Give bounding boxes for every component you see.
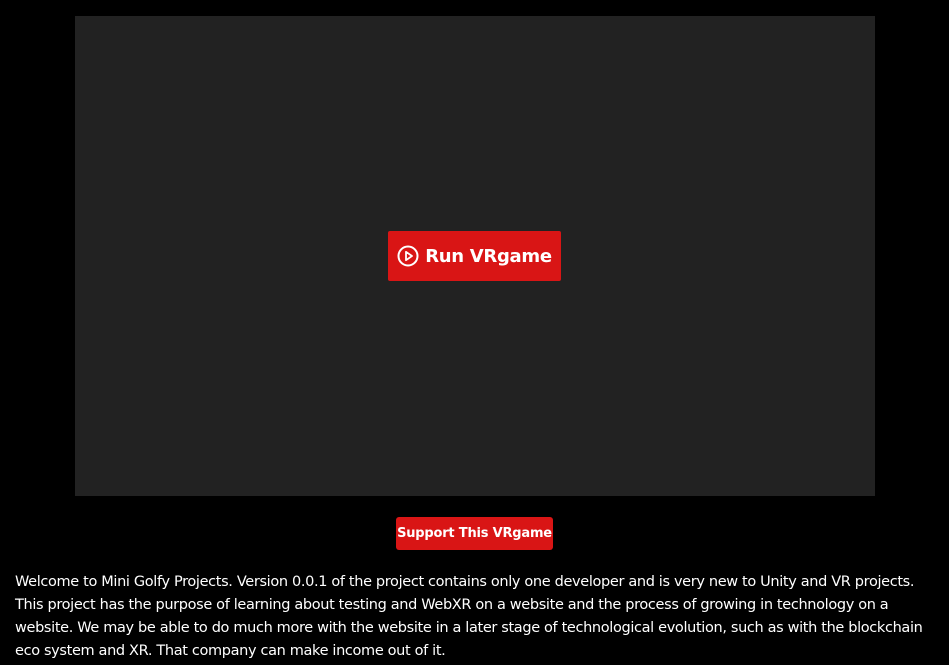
page: Run VRgame Support This VRgame Welcome t… — [0, 0, 949, 665]
game-frame[interactable]: Run VRgame — [75, 16, 875, 496]
run-game-button[interactable]: Run VRgame — [388, 231, 561, 281]
run-game-label: Run VRgame — [425, 245, 552, 267]
play-circle-icon — [397, 245, 419, 267]
support-button[interactable]: Support This VRgame — [396, 517, 553, 550]
project-description: Welcome to Mini Golfy Projects. Version … — [15, 574, 923, 659]
